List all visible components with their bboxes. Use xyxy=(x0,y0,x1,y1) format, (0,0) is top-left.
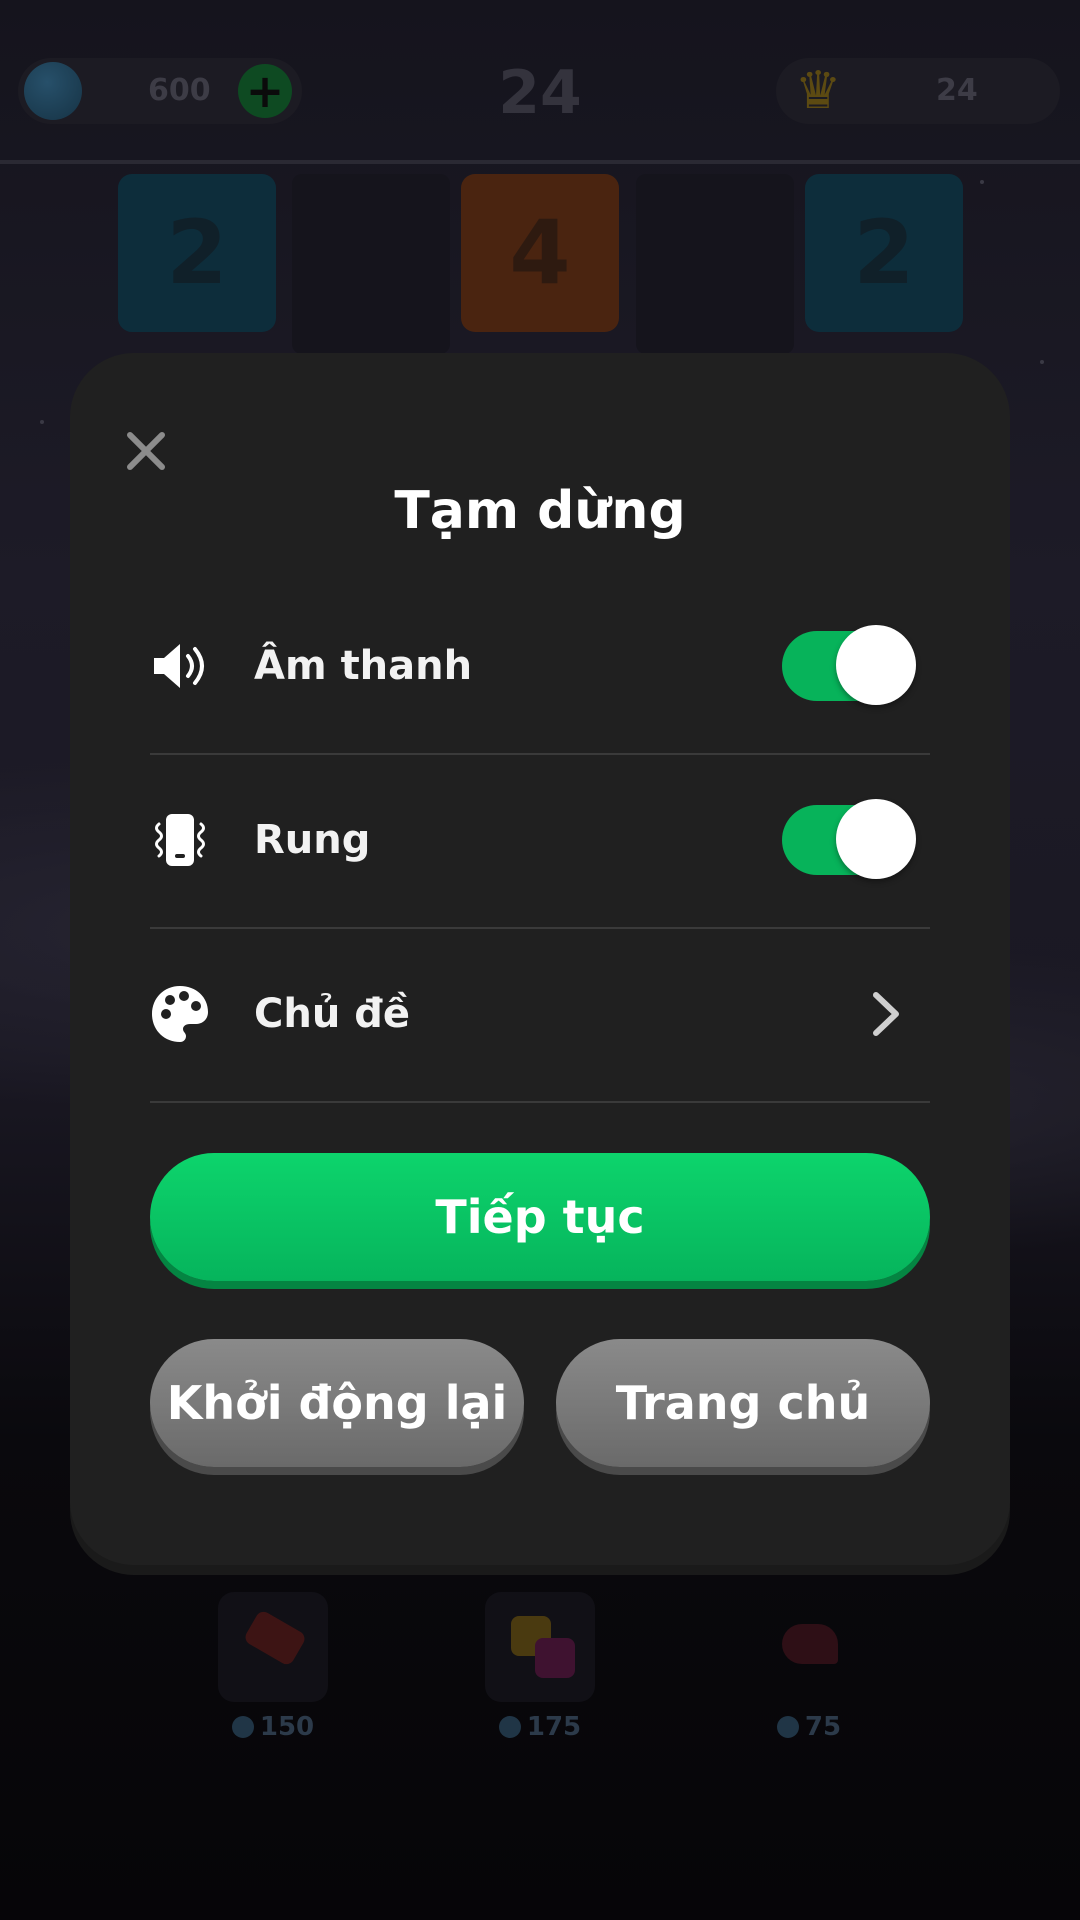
star xyxy=(980,180,984,184)
vibration-label: Rung xyxy=(254,817,371,863)
swap-powerup-button[interactable] xyxy=(485,1592,595,1702)
theme-setting-row[interactable]: Chủ đề xyxy=(150,927,930,1103)
star xyxy=(40,420,44,424)
vibrate-icon xyxy=(150,810,210,870)
board-tile: 2 xyxy=(118,174,276,332)
gem-icon xyxy=(776,1716,799,1738)
crown-icon: ♛ xyxy=(794,61,842,121)
toggle-knob xyxy=(836,625,916,705)
swap-cost-value: 175 xyxy=(526,1712,582,1742)
continue-button[interactable]: Tiếp tục xyxy=(150,1153,930,1281)
star xyxy=(1040,360,1044,364)
pause-dialog: Tạm dừng Âm thanh Rung Chủ đề Tiếp tục K… xyxy=(70,353,1010,1565)
hammer-cost: 150 xyxy=(203,1712,343,1742)
sound-label: Âm thanh xyxy=(254,643,473,689)
vibration-setting-row: Rung xyxy=(150,753,930,929)
hammer-powerup-button[interactable] xyxy=(218,1592,328,1702)
gem-icon xyxy=(498,1716,521,1738)
undo-powerup-button[interactable] xyxy=(754,1592,864,1702)
sound-toggle[interactable] xyxy=(782,625,916,705)
gem-icon xyxy=(231,1716,254,1738)
board-tile: 2 xyxy=(805,174,963,332)
toggle-knob xyxy=(836,799,916,879)
board-lane xyxy=(292,174,450,354)
theme-label: Chủ đề xyxy=(254,991,410,1037)
close-button[interactable] xyxy=(118,423,174,479)
undo-cost-value: 75 xyxy=(804,1712,842,1742)
best-score-counter: ♛ 24 xyxy=(776,58,1060,124)
best-score: 24 xyxy=(936,73,978,108)
palette-icon xyxy=(150,984,210,1044)
home-button[interactable]: Trang chủ xyxy=(556,1339,930,1467)
hammer-cost-value: 150 xyxy=(259,1712,315,1742)
restart-button[interactable]: Khởi động lại xyxy=(150,1339,524,1467)
game-hud: 600 + 24 ♛ 24 xyxy=(0,0,1080,164)
undo-icon xyxy=(782,1624,838,1664)
vibration-toggle[interactable] xyxy=(782,799,916,879)
hammer-icon xyxy=(242,1608,308,1668)
swap-icon-part xyxy=(535,1638,575,1678)
board-lane xyxy=(636,174,794,354)
chevron-right-icon xyxy=(868,989,904,1039)
swap-cost: 175 xyxy=(470,1712,610,1742)
board-tile: 4 xyxy=(461,174,619,332)
undo-cost: 75 xyxy=(739,1712,879,1742)
dialog-title: Tạm dừng xyxy=(394,481,686,541)
close-icon xyxy=(127,432,165,470)
sound-setting-row: Âm thanh xyxy=(150,579,930,755)
speaker-icon xyxy=(150,636,210,696)
